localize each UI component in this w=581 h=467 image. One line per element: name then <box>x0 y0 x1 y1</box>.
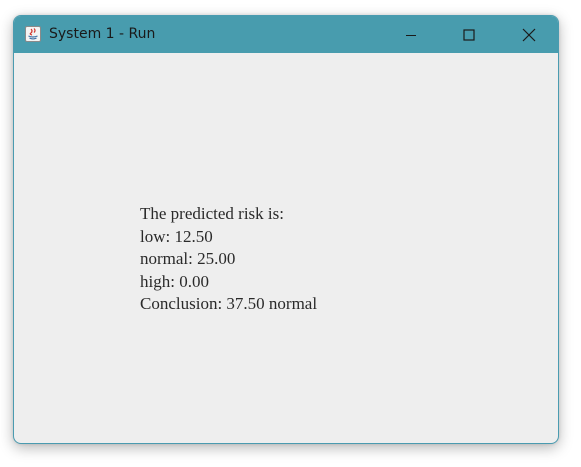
risk-low-value: low: 12.50 <box>140 226 213 246</box>
minimize-icon <box>405 29 417 41</box>
result-heading: The predicted risk is: <box>140 204 284 223</box>
risk-normal-value: normal: 25.00 <box>140 249 236 268</box>
maximize-icon <box>463 28 475 41</box>
close-icon <box>522 28 536 42</box>
maximize-button[interactable] <box>440 16 498 53</box>
minimize-button[interactable] <box>382 16 440 53</box>
result-panel: The predicted risk is: low: 12.50 normal… <box>140 203 317 316</box>
java-app-icon[interactable] <box>25 26 41 42</box>
conclusion-text: Conclusion: 37.50 normal <box>140 294 318 313</box>
title-bar[interactable]: System 1 - Run <box>14 16 558 53</box>
app-window: System 1 - Run The predicted risk is: lo… <box>13 15 559 444</box>
window-title: System 1 - Run <box>49 26 156 42</box>
close-button[interactable] <box>500 16 558 53</box>
risk-high-value: high: 0.00 <box>140 271 209 291</box>
